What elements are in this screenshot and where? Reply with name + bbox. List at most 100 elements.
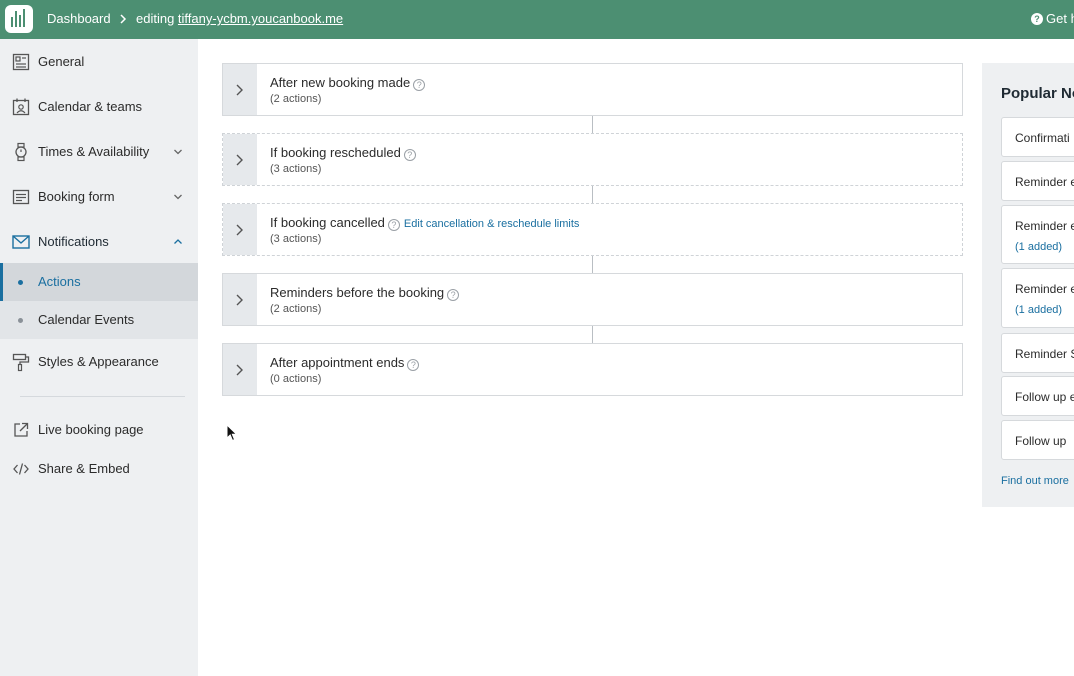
action-card-title-text: If booking cancelled: [270, 215, 385, 230]
sidebar-item-label: Live booking page: [38, 421, 144, 437]
action-card-title: If booking rescheduled?: [270, 145, 416, 161]
chevron-right-icon: [120, 14, 127, 24]
calendar-teams-icon: [12, 98, 30, 115]
mouse-cursor-icon: [226, 424, 238, 442]
sidebar-item-share-embed[interactable]: Share & Embed: [0, 446, 198, 491]
sidebar-item-general[interactable]: General: [0, 39, 198, 84]
help-icon[interactable]: ?: [403, 149, 416, 161]
sidebar-item-label: Times & Availability: [38, 143, 150, 159]
action-card-title: After appointment ends?: [270, 355, 420, 371]
envelope-icon: [12, 234, 30, 249]
chevron-right-icon: [236, 294, 243, 306]
popular-notifications-panel: Popular No Confirmati Reminder e Reminde…: [982, 63, 1074, 507]
sidebar-divider: [20, 396, 185, 397]
sidebar-item-styles-appearance[interactable]: Styles & Appearance: [0, 339, 198, 384]
sidebar-item-booking-form[interactable]: Booking form: [0, 174, 198, 219]
action-card-title: Reminders before the booking?: [270, 285, 460, 301]
popular-item[interactable]: Reminder e (1 added): [1001, 205, 1074, 264]
help-icon[interactable]: ?: [407, 359, 420, 371]
action-count: (0 actions): [270, 373, 322, 385]
popular-item[interactable]: Reminder S: [1001, 333, 1074, 373]
help-icon[interactable]: ?: [413, 79, 426, 91]
chevron-right-icon: [236, 224, 243, 236]
chevron-right-icon: [236, 154, 243, 166]
expand-button[interactable]: [223, 204, 257, 255]
popular-item[interactable]: Confirmati: [1001, 117, 1074, 157]
popular-item-label: Reminder e: [1015, 282, 1074, 296]
chevron-up-icon: [174, 238, 182, 244]
breadcrumb-dashboard[interactable]: Dashboard: [47, 11, 111, 26]
action-card-title: After new booking made?: [270, 75, 426, 91]
action-card-reminders[interactable]: Reminders before the booking? (2 actions…: [222, 273, 963, 326]
added-count: (1 added): [1015, 304, 1063, 316]
sidebar: General Calendar & teams Times & Availab…: [0, 39, 198, 676]
paint-roller-icon: [12, 353, 30, 371]
sidebar-item-label: Styles & Appearance: [38, 353, 159, 369]
sidebar-item-label: Share & Embed: [38, 460, 130, 476]
popular-item-label: Follow up: [1015, 434, 1067, 448]
edit-cancellation-limits-link[interactable]: Edit cancellation & reschedule limits: [404, 218, 579, 230]
popular-item-label: Reminder S: [1015, 347, 1074, 361]
action-count: (2 actions): [270, 93, 322, 105]
sidebar-item-calendar-teams[interactable]: Calendar & teams: [0, 84, 198, 129]
chevron-down-icon: [174, 149, 182, 154]
connector-line: [592, 186, 593, 203]
expand-button[interactable]: [223, 344, 257, 395]
action-card-title-text: If booking rescheduled: [270, 145, 401, 160]
chevron-right-icon: [236, 364, 243, 376]
panel-title: Popular No: [1001, 85, 1074, 102]
popular-item[interactable]: Reminder e: [1001, 161, 1074, 201]
external-link-icon: [14, 422, 29, 437]
sidebar-item-label: Calendar & teams: [38, 98, 143, 114]
help-icon[interactable]: ?: [387, 219, 400, 231]
find-out-more-link[interactable]: Find out more: [1001, 475, 1069, 487]
action-count: (3 actions): [270, 233, 322, 245]
added-count: (1 added): [1015, 241, 1063, 253]
connector-line: [592, 256, 593, 273]
action-card-cancelled[interactable]: If booking cancelled? Edit cancellation &…: [222, 203, 963, 256]
code-icon: [13, 462, 29, 475]
sidebar-item-label: Booking form: [38, 188, 115, 204]
action-count: (2 actions): [270, 303, 322, 315]
popular-item-label: Follow up e: [1015, 390, 1074, 404]
action-card-title-text: After new booking made: [270, 75, 411, 90]
sidebar-subitem-actions[interactable]: Actions: [0, 263, 198, 301]
chevron-down-icon: [174, 194, 182, 199]
bullet-icon: [18, 280, 23, 285]
sidebar-subitem-label: Actions: [38, 274, 81, 289]
action-card-after-appointment[interactable]: After appointment ends? (0 actions): [222, 343, 963, 396]
booking-form-icon: [12, 189, 30, 204]
popular-item-label: Reminder e: [1015, 175, 1074, 189]
expand-button[interactable]: [223, 134, 257, 185]
bullet-icon: [18, 318, 23, 323]
sidebar-subitem-label: Calendar Events: [38, 312, 135, 327]
editing-label: editing: [136, 11, 178, 26]
popular-item-label: Reminder e: [1015, 219, 1074, 233]
action-card-title-text: Reminders before the booking: [270, 285, 445, 300]
sidebar-item-times-availability[interactable]: Times & Availability: [0, 129, 198, 174]
sidebar-item-label: Notifications: [38, 233, 109, 249]
top-bar: Dashboard editing tiffany-ycbm.youcanboo…: [0, 0, 1074, 39]
chevron-right-icon: [236, 84, 243, 96]
sidebar-item-label: General: [38, 53, 85, 69]
sidebar-item-notifications[interactable]: Notifications: [0, 219, 198, 264]
popular-item[interactable]: Follow up e: [1001, 376, 1074, 416]
action-card-after-new-booking[interactable]: After new booking made? (2 actions): [222, 63, 963, 116]
popular-item[interactable]: Follow up: [1001, 420, 1074, 460]
help-button[interactable]: ?Get h: [1031, 11, 1074, 26]
expand-button[interactable]: [223, 274, 257, 325]
help-label: Get h: [1046, 11, 1074, 26]
action-card-rescheduled[interactable]: If booking rescheduled? (3 actions): [222, 133, 963, 186]
connector-line: [592, 326, 593, 343]
watch-icon: [15, 142, 27, 161]
help-icon: ?: [1031, 13, 1043, 25]
expand-button[interactable]: [223, 64, 257, 115]
help-icon[interactable]: ?: [447, 289, 460, 301]
site-link[interactable]: tiffany-ycbm.youcanbook.me: [178, 11, 343, 26]
app-logo-icon[interactable]: [5, 5, 33, 33]
sidebar-subitem-calendar-events[interactable]: Calendar Events: [0, 301, 198, 339]
breadcrumb-editing: editing tiffany-ycbm.youcanbook.me: [136, 11, 343, 26]
general-settings-icon: [12, 53, 30, 70]
popular-item[interactable]: Reminder e (1 added): [1001, 268, 1074, 328]
connector-line: [592, 116, 593, 133]
